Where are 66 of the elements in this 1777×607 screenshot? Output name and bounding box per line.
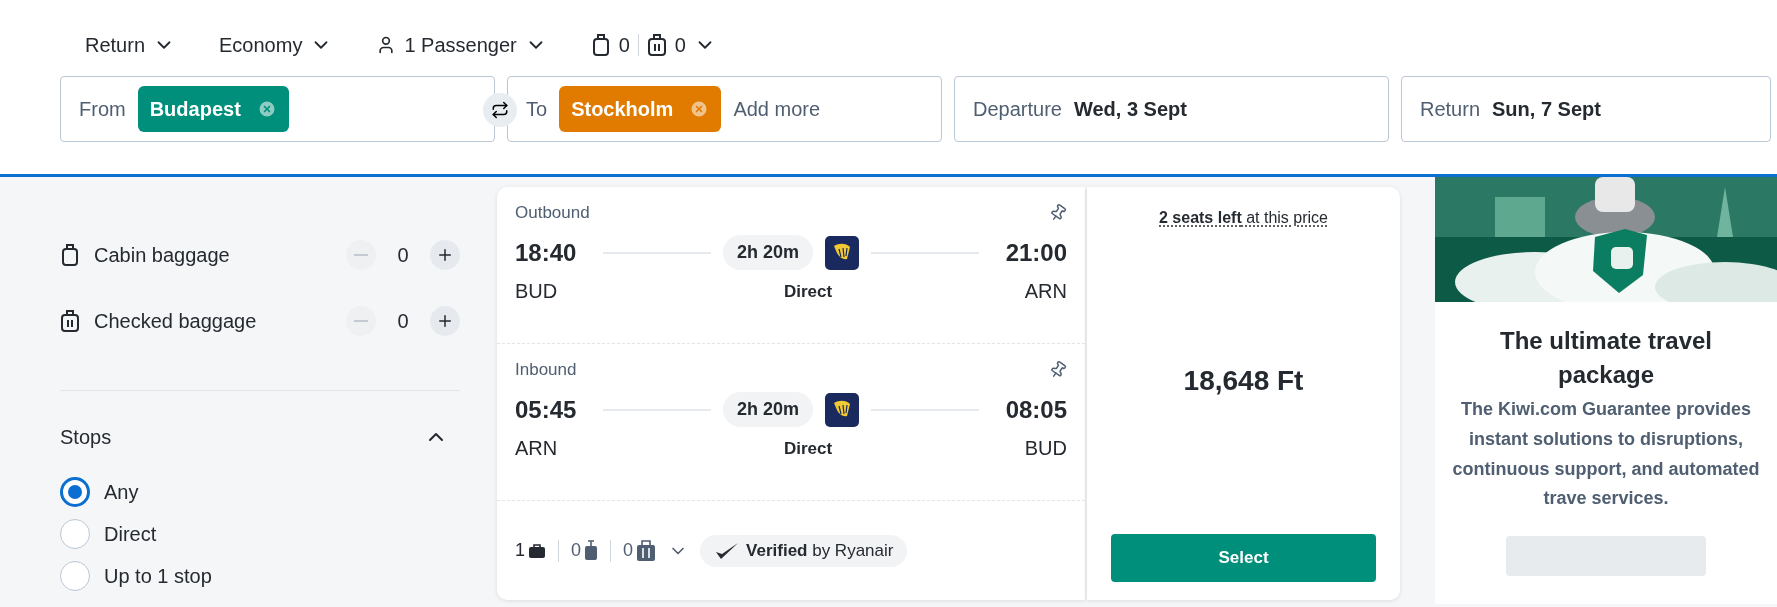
bag-count: 0 [571, 540, 582, 561]
radio-button[interactable] [60, 561, 90, 591]
field-label: Return [1420, 97, 1481, 121]
minus-icon [354, 254, 368, 256]
segment-label: Outbound [515, 203, 590, 223]
place-chip[interactable]: Budapest [137, 86, 289, 132]
suitcase-icon [60, 309, 80, 333]
date-field[interactable]: Return Sun, 7 Sept [1401, 76, 1771, 142]
stops-label: Direct [783, 438, 833, 459]
radio-label: Up to 1 stop [104, 564, 212, 588]
field-label: Departure [973, 97, 1062, 121]
verified-text: Verified by Ryanair [746, 540, 894, 561]
airline-logo [825, 392, 860, 427]
airport-code: BUD [1024, 437, 1067, 460]
field-placeholder: Add more [733, 97, 821, 121]
departure-time: 05:45 [515, 395, 578, 424]
duration-badge: 2h 20m [723, 235, 814, 270]
checked-bag-icon [646, 33, 667, 57]
radio-label: Any [104, 480, 139, 504]
radio-button[interactable] [60, 477, 90, 507]
swap-button[interactable] [483, 93, 517, 127]
swap-icon [491, 101, 509, 119]
baggage-count: 0 [396, 243, 410, 267]
suitcase-icon [636, 539, 657, 562]
segment-label: Inbound [515, 360, 577, 380]
arrival-time: 08:05 [1004, 395, 1067, 424]
baggage-dropdown[interactable]: 0 0 [590, 29, 716, 61]
airline-logo [825, 235, 860, 270]
field-label: From [79, 97, 126, 121]
trip-option-dropdown[interactable]: Return [85, 29, 176, 61]
baggage-label: Checked baggage [94, 309, 258, 333]
cabin-bag-icon [590, 33, 611, 57]
select-button[interactable]: Select [1111, 534, 1376, 582]
trip-option-dropdown[interactable]: Economy [219, 29, 333, 61]
radio-label: Direct [104, 522, 157, 546]
airport-code: ARN [515, 437, 558, 460]
trip-option-dropdown[interactable]: 1 Passenger [376, 29, 547, 61]
promo-text: The Kiwi.com Guarantee provides instant solutions to disruptions, continuous support, and automated trave services. [1451, 398, 1761, 511]
minus-icon [354, 320, 368, 322]
bag-count: 1 [515, 540, 525, 561]
briefcase-icon [528, 542, 546, 559]
date-field[interactable]: Departure Wed, 3 Sept [954, 76, 1389, 142]
bag-count: 0 [623, 540, 634, 561]
plus-icon [436, 246, 454, 264]
field-value: Wed, 3 Sept [1073, 97, 1187, 121]
arrival-time: 21:00 [1004, 238, 1067, 267]
plus-icon [436, 312, 454, 330]
baggage-label: Cabin baggage [94, 243, 231, 267]
field-value: Sun, 7 Sept [1492, 97, 1601, 121]
increase-button[interactable] [430, 306, 460, 336]
seats-note: 2 seats left at this price [1159, 209, 1328, 227]
duration-badge: 2h 20m [723, 392, 814, 427]
airport-code: ARN [1024, 280, 1067, 303]
cabin-bag-icon [60, 243, 80, 267]
radio-button[interactable] [60, 519, 90, 549]
field-label: To [526, 97, 548, 121]
airport-code: BUD [515, 280, 558, 303]
trolley-bag-icon [584, 539, 599, 562]
increase-button[interactable] [430, 240, 460, 270]
promo-title: The ultimate travel package [1498, 326, 1714, 390]
baggage-count: 0 [396, 309, 410, 333]
origin-field[interactable]: From Budapest [60, 76, 495, 142]
departure-time: 18:40 [515, 238, 578, 267]
price: 18,648 Ft [1183, 364, 1304, 397]
stops-label: Direct [783, 281, 833, 302]
stops-header[interactable]: Stops [60, 425, 460, 449]
